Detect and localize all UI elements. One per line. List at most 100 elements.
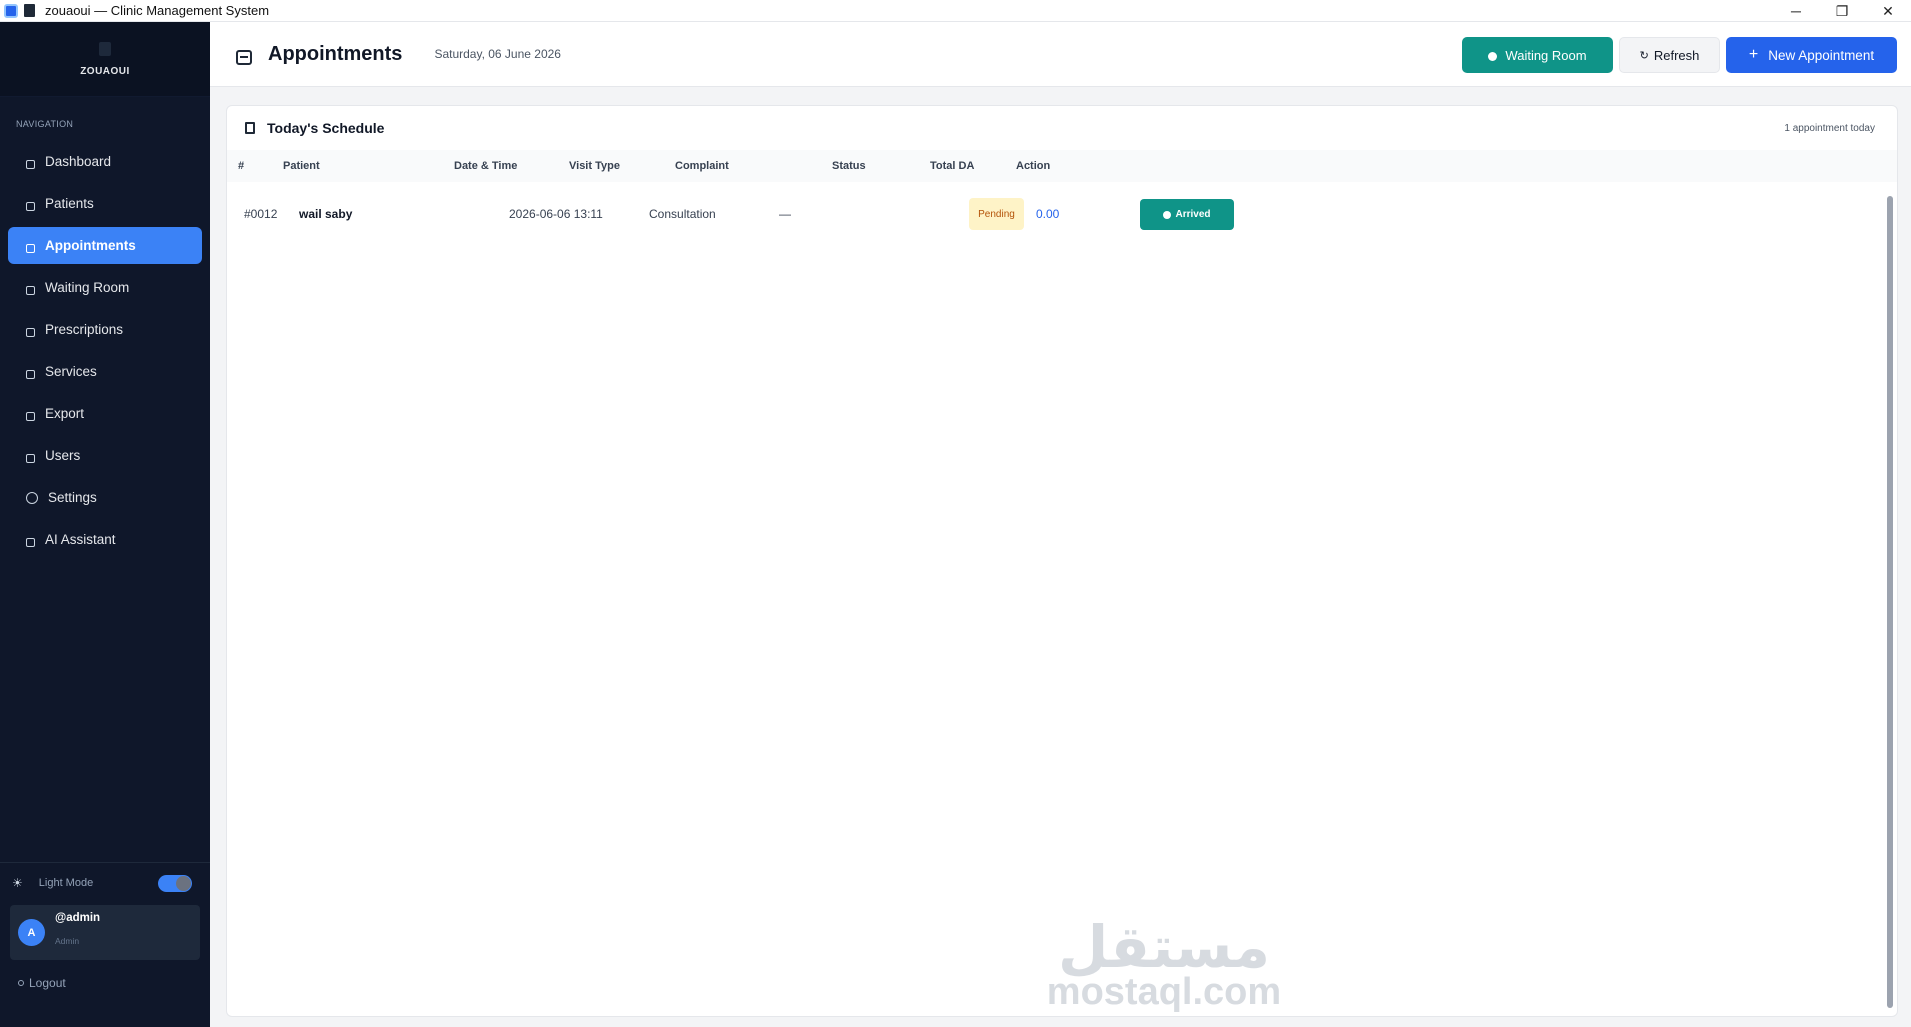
export-icon bbox=[26, 412, 35, 421]
waiting-room-button[interactable]: Waiting Room bbox=[1462, 37, 1613, 73]
document-icon bbox=[26, 328, 35, 337]
schedule-header: Today's Schedule 1 appointment today bbox=[227, 106, 1897, 150]
brand: ZOUAOUI bbox=[0, 22, 210, 97]
theme-label: Light Mode bbox=[38, 877, 94, 889]
document-icon bbox=[24, 4, 35, 17]
users-icon bbox=[26, 454, 35, 463]
plus-icon: + bbox=[1748, 46, 1759, 63]
logo-icon bbox=[99, 41, 111, 56]
sidebar-item-label: Waiting Room bbox=[45, 280, 130, 295]
user-info: @admin Admin bbox=[55, 912, 100, 946]
sidebar-item-label: Appointments bbox=[45, 238, 136, 253]
window-controls: ─ ❐ ✕ bbox=[1773, 0, 1911, 22]
arrived-button-label: Arrived bbox=[1175, 209, 1211, 220]
sidebar-item-prescriptions[interactable]: Prescriptions bbox=[8, 311, 202, 348]
schedule-title: Today's Schedule bbox=[267, 120, 385, 136]
calendar-list-icon bbox=[236, 49, 252, 65]
clock-icon bbox=[26, 286, 35, 295]
clipboard-icon bbox=[245, 122, 255, 134]
sidebar-item-label: Services bbox=[45, 364, 97, 379]
person-icon bbox=[26, 202, 35, 211]
watermark-latin: mostaql.com bbox=[1046, 971, 1282, 1013]
appointment-datetime: 2026-06-06 13:11 bbox=[509, 207, 603, 221]
user-card[interactable]: A @admin Admin bbox=[10, 905, 200, 960]
sidebar-item-export[interactable]: Export bbox=[8, 395, 202, 432]
window-app-name: zouaoui bbox=[45, 3, 91, 18]
sidebar-item-label: Users bbox=[45, 448, 81, 463]
refresh-button[interactable]: ↻ Refresh bbox=[1619, 37, 1720, 73]
page-title: Appointments bbox=[268, 42, 403, 65]
column-header-total[interactable]: Total DA bbox=[930, 160, 974, 172]
window-title: zouaoui — Clinic Management System bbox=[45, 3, 269, 18]
new-appointment-button-label: New Appointment bbox=[1768, 47, 1875, 63]
circle-icon bbox=[1488, 51, 1498, 61]
sidebar-item-label: Dashboard bbox=[45, 154, 112, 169]
circle-icon bbox=[1163, 210, 1172, 219]
brand-name: ZOUAOUI bbox=[80, 65, 130, 77]
avatar: A bbox=[18, 919, 45, 946]
page-date: Saturday, 06 June 2026 bbox=[434, 47, 561, 61]
column-header-action[interactable]: Action bbox=[1016, 160, 1050, 172]
sidebar-item-dashboard[interactable]: Dashboard bbox=[8, 143, 202, 180]
maximize-button[interactable]: ❐ bbox=[1819, 0, 1865, 22]
watermark-arabic: مستقل bbox=[1057, 913, 1271, 981]
sidebar-item-label: Export bbox=[45, 406, 85, 421]
status-badge: Pending bbox=[969, 198, 1024, 230]
sidebar-item-label: Patients bbox=[45, 196, 94, 211]
column-header-complaint[interactable]: Complaint bbox=[675, 160, 729, 172]
window-subtitle: Clinic Management System bbox=[110, 3, 270, 18]
column-header-visit-type[interactable]: Visit Type bbox=[569, 160, 620, 172]
sidebar-item-waiting-room[interactable]: Waiting Room bbox=[8, 269, 202, 306]
sidebar-item-ai-assistant[interactable]: AI Assistant bbox=[8, 521, 202, 558]
sidebar: ZOUAOUI NAVIGATION Dashboard Patients Ap… bbox=[0, 22, 210, 1027]
schedule-card: Today's Schedule 1 appointment today # P… bbox=[226, 105, 1898, 1017]
toggle-knob bbox=[176, 875, 191, 891]
arrived-button[interactable]: Arrived bbox=[1140, 199, 1234, 230]
logout-button[interactable]: Logout bbox=[0, 976, 210, 990]
table-header: # Patient Date & Time Visit Type Complai… bbox=[227, 150, 1897, 182]
appointment-id: #0012 bbox=[244, 207, 278, 221]
theme-toggle[interactable] bbox=[158, 874, 192, 892]
minimize-button[interactable]: ─ bbox=[1773, 0, 1819, 22]
column-header-status[interactable]: Status bbox=[832, 160, 866, 172]
sidebar-nav: Dashboard Patients Appointments Waiting … bbox=[0, 143, 210, 558]
watermark-logo: مستقل mostaql.com bbox=[1044, 917, 1284, 1011]
close-button[interactable]: ✕ bbox=[1865, 0, 1911, 22]
sidebar-footer: ☀ Light Mode A @admin Admin Logout bbox=[0, 862, 210, 990]
sidebar-item-services[interactable]: Services bbox=[8, 353, 202, 390]
sidebar-item-label: Settings bbox=[48, 490, 97, 505]
user-name: @admin bbox=[55, 911, 101, 924]
sidebar-item-patients[interactable]: Patients bbox=[8, 185, 202, 222]
sidebar-item-label: AI Assistant bbox=[45, 532, 116, 547]
table-row[interactable]: #0012 wail saby 2026-06-06 13:11 Consult… bbox=[227, 182, 1897, 247]
main-content: Appointments Saturday, 06 June 2026 Wait… bbox=[210, 22, 1911, 1027]
header-actions: Waiting Room ↻ Refresh + New Appointment bbox=[1462, 37, 1897, 73]
home-icon bbox=[26, 160, 35, 169]
gear-icon bbox=[26, 491, 38, 504]
window-title-separator: — bbox=[94, 3, 108, 18]
window-titlebar: zouaoui — Clinic Management System ─ ❐ ✕ bbox=[0, 0, 1911, 22]
nav-header: NAVIGATION bbox=[16, 119, 74, 129]
user-role: Admin bbox=[55, 935, 80, 946]
column-header-datetime[interactable]: Date & Time bbox=[454, 160, 517, 172]
sidebar-item-settings[interactable]: Settings bbox=[8, 479, 202, 516]
appointment-count: 1 appointment today bbox=[1784, 122, 1875, 134]
sidebar-item-label: Prescriptions bbox=[45, 322, 124, 337]
calendar-icon bbox=[26, 244, 35, 253]
sun-icon: ☀ bbox=[12, 876, 23, 890]
app-icon bbox=[4, 3, 18, 18]
refresh-button-label: Refresh bbox=[1653, 47, 1700, 63]
column-header-patient[interactable]: Patient bbox=[283, 160, 320, 172]
tool-icon bbox=[26, 370, 35, 379]
complaint: — bbox=[779, 207, 791, 221]
scrollbar[interactable] bbox=[1887, 196, 1893, 1008]
visit-type: Consultation bbox=[649, 207, 716, 221]
sidebar-item-users[interactable]: Users bbox=[8, 437, 202, 474]
new-appointment-button[interactable]: + New Appointment bbox=[1726, 37, 1897, 73]
logout-label: Logout bbox=[29, 976, 66, 990]
patient-name: wail saby bbox=[299, 207, 353, 221]
column-header-number[interactable]: # bbox=[238, 160, 244, 172]
sidebar-item-appointments[interactable]: Appointments bbox=[8, 227, 202, 264]
waiting-room-button-label: Waiting Room bbox=[1505, 47, 1587, 63]
page-header: Appointments Saturday, 06 June 2026 Wait… bbox=[210, 22, 1911, 87]
